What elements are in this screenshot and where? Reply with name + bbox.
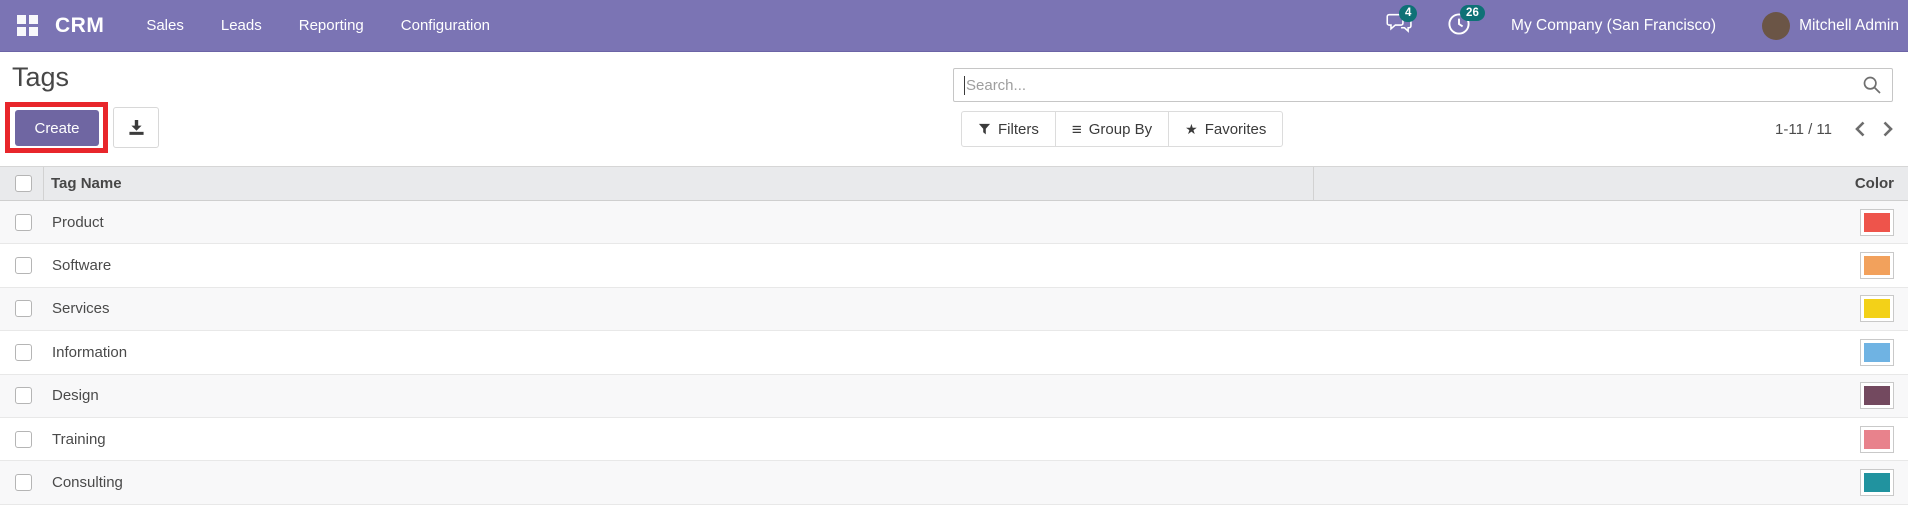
text-caret [964, 75, 965, 95]
tag-rows: Product Software Services Information Design… [0, 201, 1908, 505]
company-switcher[interactable]: My Company (San Francisco) [1511, 17, 1716, 35]
favorites-button[interactable]: ★ Favorites [1168, 111, 1284, 147]
table-row[interactable]: Product [0, 201, 1908, 245]
tag-color-fill [1864, 256, 1890, 276]
tag-color-fill [1864, 473, 1890, 493]
main-menu: Sales Leads Reporting Configuration [146, 17, 490, 34]
user-menu[interactable]: Mitchell Admin [1799, 17, 1899, 35]
star-icon: ★ [1185, 121, 1198, 137]
tag-name-cell: Services [52, 300, 110, 318]
export-button[interactable] [113, 107, 159, 148]
search-input[interactable]: Search... [953, 68, 1893, 102]
table-row[interactable]: Information [0, 331, 1908, 375]
tag-name-cell: Product [52, 213, 104, 231]
row-checkbox[interactable] [15, 300, 32, 318]
select-all-checkbox[interactable] [15, 175, 32, 192]
tag-color-swatch[interactable] [1860, 295, 1894, 323]
menu-configuration[interactable]: Configuration [401, 17, 490, 34]
favorites-label: Favorites [1204, 120, 1267, 138]
tag-color-fill [1864, 429, 1890, 449]
activities-button[interactable]: 26 [1447, 4, 1485, 41]
activities-count-badge: 26 [1460, 4, 1485, 22]
tag-name-cell: Software [52, 257, 112, 275]
tag-color-swatch[interactable] [1860, 469, 1894, 497]
row-checkbox[interactable] [15, 430, 32, 448]
table-row[interactable]: Software [0, 244, 1908, 288]
tag-name-cell: Consulting [52, 474, 123, 492]
tag-color-swatch[interactable] [1860, 252, 1894, 280]
table-row[interactable]: Consulting [0, 461, 1908, 505]
search-icon[interactable] [1862, 75, 1882, 95]
tag-color-fill [1864, 212, 1890, 232]
messages-count-badge: 4 [1399, 5, 1418, 22]
chevron-left-icon [1855, 121, 1865, 137]
create-button[interactable]: Create [15, 110, 99, 146]
top-navbar: CRM Sales Leads Reporting Configuration … [0, 0, 1908, 52]
group-by-icon: ≡ [1071, 119, 1082, 139]
messages-button[interactable]: 4 [1386, 5, 1418, 40]
tag-color-swatch[interactable] [1860, 208, 1894, 236]
tag-color-swatch[interactable] [1860, 425, 1894, 453]
filters-button[interactable]: Filters [961, 111, 1056, 147]
tag-name-cell: Training [52, 430, 106, 448]
row-checkbox[interactable] [15, 343, 32, 361]
tag-name-cell: Design [52, 387, 99, 405]
select-all-cell [0, 167, 44, 200]
menu-reporting[interactable]: Reporting [299, 17, 364, 34]
table-row[interactable]: Training [0, 417, 1908, 462]
row-checkbox[interactable] [15, 474, 32, 492]
pager-next-button[interactable] [1874, 115, 1900, 143]
pager-range: 1-11 / 11 [1775, 120, 1832, 138]
tag-color-fill [1864, 299, 1890, 319]
group-by-button[interactable]: ≡ Group By [1054, 111, 1170, 147]
search-placeholder: Search... [966, 76, 1027, 94]
pager-previous-button[interactable] [1848, 115, 1874, 143]
menu-sales[interactable]: Sales [146, 17, 184, 34]
group-by-label: Group By [1088, 120, 1153, 138]
tag-color-fill [1864, 342, 1890, 362]
search-filter-bar: Filters ≡ Group By ★ Favorites [961, 111, 1284, 147]
tag-name-cell: Information [52, 343, 128, 361]
row-checkbox[interactable] [15, 387, 32, 405]
tag-color-fill [1864, 386, 1890, 406]
user-avatar[interactable] [1762, 12, 1791, 40]
funnel-icon [978, 123, 991, 134]
pager: 1-11 / 11 [1775, 111, 1900, 147]
app-name[interactable]: CRM [55, 14, 104, 38]
chevron-right-icon [1883, 121, 1893, 137]
tag-color-swatch[interactable] [1860, 338, 1894, 366]
table-header: Tag Name Color [0, 166, 1908, 201]
column-header-tag-name[interactable]: Tag Name [44, 167, 1314, 200]
navbar-right: 4 26 My Company (San Francisco) Mitchell… [1386, 0, 1899, 52]
row-checkbox[interactable] [15, 213, 32, 231]
table-row[interactable]: Services [0, 287, 1908, 332]
page-title: Tags [12, 62, 70, 92]
column-header-color[interactable]: Color [1314, 167, 1908, 200]
filters-label: Filters [998, 120, 1039, 138]
download-icon [128, 119, 144, 135]
row-checkbox[interactable] [15, 257, 32, 275]
menu-leads[interactable]: Leads [221, 17, 262, 34]
apps-menu-icon[interactable] [17, 15, 38, 36]
tag-color-swatch[interactable] [1860, 382, 1894, 410]
table-row[interactable]: Design [0, 374, 1908, 418]
